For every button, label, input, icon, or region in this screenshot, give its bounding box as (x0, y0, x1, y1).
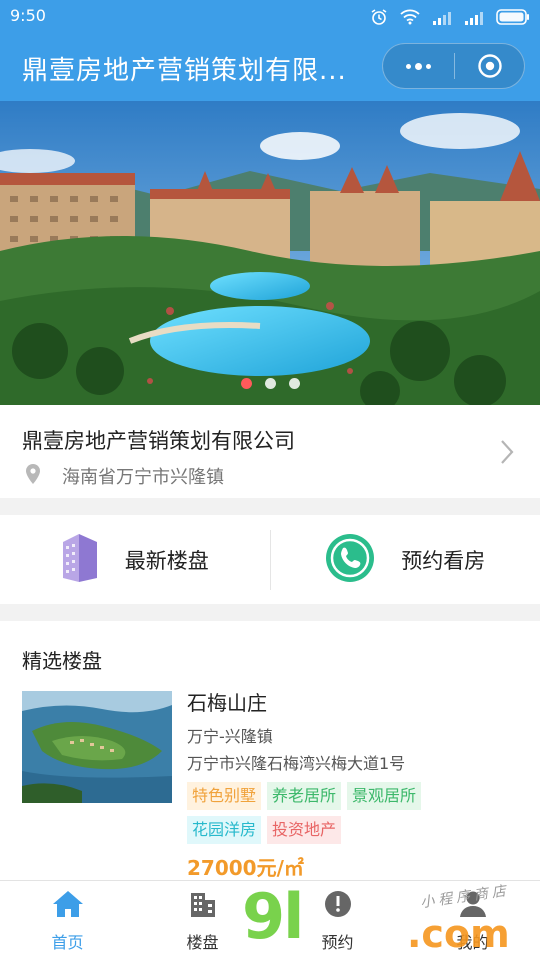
signal-icon-2 (464, 10, 484, 29)
info-icon (323, 889, 353, 923)
property-address: 万宁市兴隆石梅湾兴梅大道1号 (187, 754, 406, 773)
chevron-right-icon (500, 439, 514, 469)
wifi-icon (400, 9, 420, 29)
latest-properties-button[interactable]: 最新楼盘 (0, 515, 270, 604)
top-bar: 9:50 鼎壹房地产营销策划有限... (0, 0, 540, 101)
building-icon (61, 532, 99, 588)
tab-properties-label: 楼盘 (186, 932, 219, 952)
tag-villa: 特色别墅 (187, 782, 262, 810)
company-address: 海南省万宁市兴隆镇 (62, 467, 224, 488)
property-price: 27000元/㎡ (187, 856, 304, 880)
section-title: 精选楼盘 (22, 649, 102, 673)
close-button[interactable] (455, 44, 524, 88)
phone-icon (325, 533, 375, 587)
user-icon (458, 889, 488, 923)
alarm-icon (370, 8, 388, 30)
property-thumbnail (22, 691, 172, 803)
property-area: 万宁-兴隆镇 (187, 727, 273, 746)
page-title: 鼎壹房地产营销策划有限... (22, 56, 347, 86)
mini-program-capsule (382, 43, 525, 89)
quick-actions: 最新楼盘 预约看房 (0, 515, 540, 604)
tag-investment: 投资地产 (267, 816, 342, 844)
company-name: 鼎壹房地产营销策划有限公司 (22, 429, 295, 453)
status-time: 9:50 (10, 6, 46, 25)
carousel-dot[interactable] (264, 378, 276, 389)
tab-booking-label: 预约 (321, 932, 354, 952)
property-info: 石梅山庄 万宁-兴隆镇 万宁市兴隆石梅湾兴梅大道1号 特色别墅 养老居所 景观居… (187, 691, 527, 881)
book-viewing-label: 预约看房 (401, 548, 486, 573)
carousel-indicator (0, 378, 540, 389)
status-icons (370, 8, 530, 30)
tab-booking[interactable]: 预约 (270, 881, 405, 960)
latest-properties-label: 最新楼盘 (124, 548, 209, 573)
location-pin-icon (24, 463, 42, 489)
home-icon (51, 889, 85, 923)
building-icon (188, 889, 218, 923)
featured-section: 精选楼盘 石梅山庄 万宁-兴隆镇 万宁市兴隆石梅湾兴梅大道1号 特色别墅 养老居… (0, 621, 540, 880)
status-bar: 9:50 (0, 0, 540, 33)
tag-landscape: 景观居所 (347, 782, 422, 810)
tag-garden: 花园洋房 (187, 816, 262, 844)
tab-profile-label: 我的 (456, 932, 489, 952)
property-title: 石梅山庄 (187, 691, 267, 715)
more-button[interactable] (383, 44, 454, 88)
property-tags: 特色别墅 养老居所 景观居所 花园洋房 投资地产 (187, 782, 457, 844)
banner-carousel[interactable] (0, 101, 540, 405)
tag-retirement: 养老居所 (267, 782, 342, 810)
tab-bar: 首页 楼盘 预约 我的 (0, 880, 540, 960)
tab-home[interactable]: 首页 (0, 881, 135, 960)
tab-home-label: 首页 (51, 932, 84, 952)
battery-icon (496, 9, 530, 29)
book-viewing-button[interactable]: 预约看房 (271, 515, 540, 604)
company-card[interactable]: 鼎壹房地产营销策划有限公司 海南省万宁市兴隆镇 (0, 405, 540, 498)
target-icon (477, 54, 502, 78)
tab-profile[interactable]: 我的 (405, 881, 540, 960)
banner-image (0, 101, 540, 405)
tab-properties[interactable]: 楼盘 (135, 881, 270, 960)
carousel-dot-active[interactable] (240, 378, 252, 389)
carousel-dot[interactable] (288, 378, 300, 389)
signal-icon (432, 10, 452, 29)
